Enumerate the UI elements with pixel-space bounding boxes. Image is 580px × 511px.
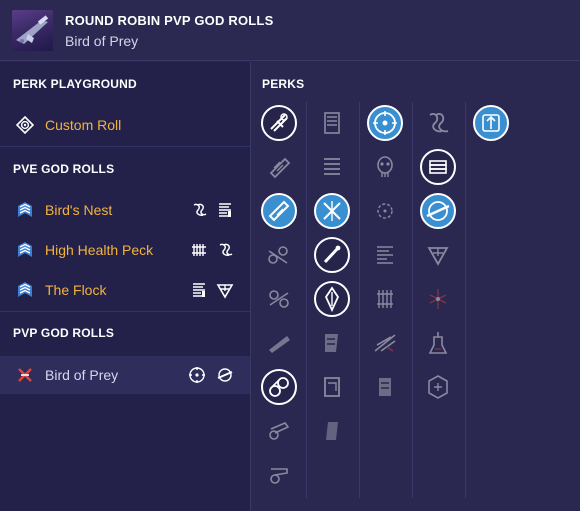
chevron-rank-icon (18, 242, 32, 257)
chevron-rank-icon (18, 282, 32, 297)
roll-high-health-peck-label: High Health Peck (45, 242, 154, 258)
perks-panel: PERKS (250, 62, 580, 511)
divider (0, 311, 250, 312)
magazine-perk-icon[interactable] (314, 149, 350, 185)
magazine-perk-icon (219, 203, 231, 217)
weapon-icon (12, 10, 53, 51)
feather-perk-icon[interactable] (420, 105, 456, 141)
magazine-perk-icon[interactable] (314, 281, 350, 317)
barrel-perk-icon[interactable] (261, 105, 297, 141)
column-divider (412, 102, 413, 498)
tower-perk-icon[interactable] (420, 325, 456, 361)
column-divider (306, 102, 307, 498)
masterwork-perk-icon[interactable] (473, 105, 509, 141)
feather-perk-icon (219, 243, 233, 256)
section-pve: PVE GOD ROLLS (13, 162, 115, 176)
barrel-perk-icon[interactable] (261, 281, 297, 317)
rolls-sidebar: PERK PLAYGROUND Custom Roll PVE GOD ROLL… (0, 62, 250, 511)
diamond-target-icon (16, 116, 34, 134)
triangle-perk-icon[interactable] (420, 237, 456, 273)
roll-the-flock[interactable]: The Flock (0, 271, 250, 309)
ammo-perk-icon (217, 368, 233, 382)
magazine-perk-icon[interactable] (314, 369, 350, 405)
header: ROUND ROBIN PVP GOD ROLLS Bird of Prey (0, 0, 580, 61)
barrel-perk-icon[interactable] (261, 369, 297, 405)
barrel-perk-icon[interactable] (261, 325, 297, 361)
roll-bird-of-prey-label: Bird of Prey (45, 367, 119, 383)
magazine-perk-icon[interactable] (314, 325, 350, 361)
feather-perk-icon (193, 203, 207, 216)
hex-perk-icon[interactable] (420, 369, 456, 405)
barrel-perk-icon[interactable] (261, 457, 297, 493)
roll-high-health-peck[interactable]: High Health Peck (0, 231, 250, 269)
roll-birds-nest[interactable]: Bird's Nest (0, 191, 250, 229)
roll-custom[interactable]: Custom Roll (0, 106, 250, 144)
wing-perk-icon[interactable] (367, 325, 403, 361)
barrel-perk-icon (192, 244, 206, 256)
magazine-perk-icon[interactable] (367, 369, 403, 405)
magazine-perk-icon[interactable] (314, 193, 350, 229)
column-divider (359, 102, 360, 498)
target-perk-icon[interactable] (367, 193, 403, 229)
barrel-perk-icon[interactable] (261, 413, 297, 449)
barrel-perk-icon[interactable] (420, 149, 456, 185)
barrel-perk-icon[interactable] (367, 281, 403, 317)
column-divider (465, 102, 466, 498)
page-title: ROUND ROBIN PVP GOD ROLLS (65, 13, 274, 28)
weapon-name: Bird of Prey (65, 33, 139, 49)
roll-birds-nest-label: Bird's Nest (45, 202, 113, 218)
scope-perk-icon[interactable] (367, 105, 403, 141)
magazine-perk-icon[interactable] (367, 237, 403, 273)
barrel-perk-icon[interactable] (261, 237, 297, 273)
section-perk-playground: PERK PLAYGROUND (13, 77, 137, 91)
section-pvp: PVP GOD ROLLS (13, 326, 115, 340)
magazine-perk-icon[interactable] (314, 105, 350, 141)
magazine-perk-icon[interactable] (314, 413, 350, 449)
perks-title: PERKS (262, 77, 305, 91)
roll-custom-label: Custom Roll (45, 117, 122, 133)
divider (0, 146, 250, 147)
barrel-perk-icon[interactable] (261, 149, 297, 185)
ammo-perk-icon[interactable] (420, 193, 456, 229)
skull-perk-icon[interactable] (367, 149, 403, 185)
crossed-red-icon (18, 368, 32, 382)
scope-perk-icon (189, 367, 205, 383)
roll-bird-of-prey[interactable]: Bird of Prey (0, 356, 250, 394)
sparkle-perk-icon[interactable] (420, 281, 456, 317)
barrel-perk-icon[interactable] (261, 193, 297, 229)
chevron-rank-icon (18, 202, 32, 217)
magazine-perk-icon (193, 283, 205, 297)
magazine-perk-icon[interactable] (314, 237, 350, 273)
triangle-perk-icon (216, 284, 234, 299)
roll-the-flock-label: The Flock (45, 282, 107, 298)
